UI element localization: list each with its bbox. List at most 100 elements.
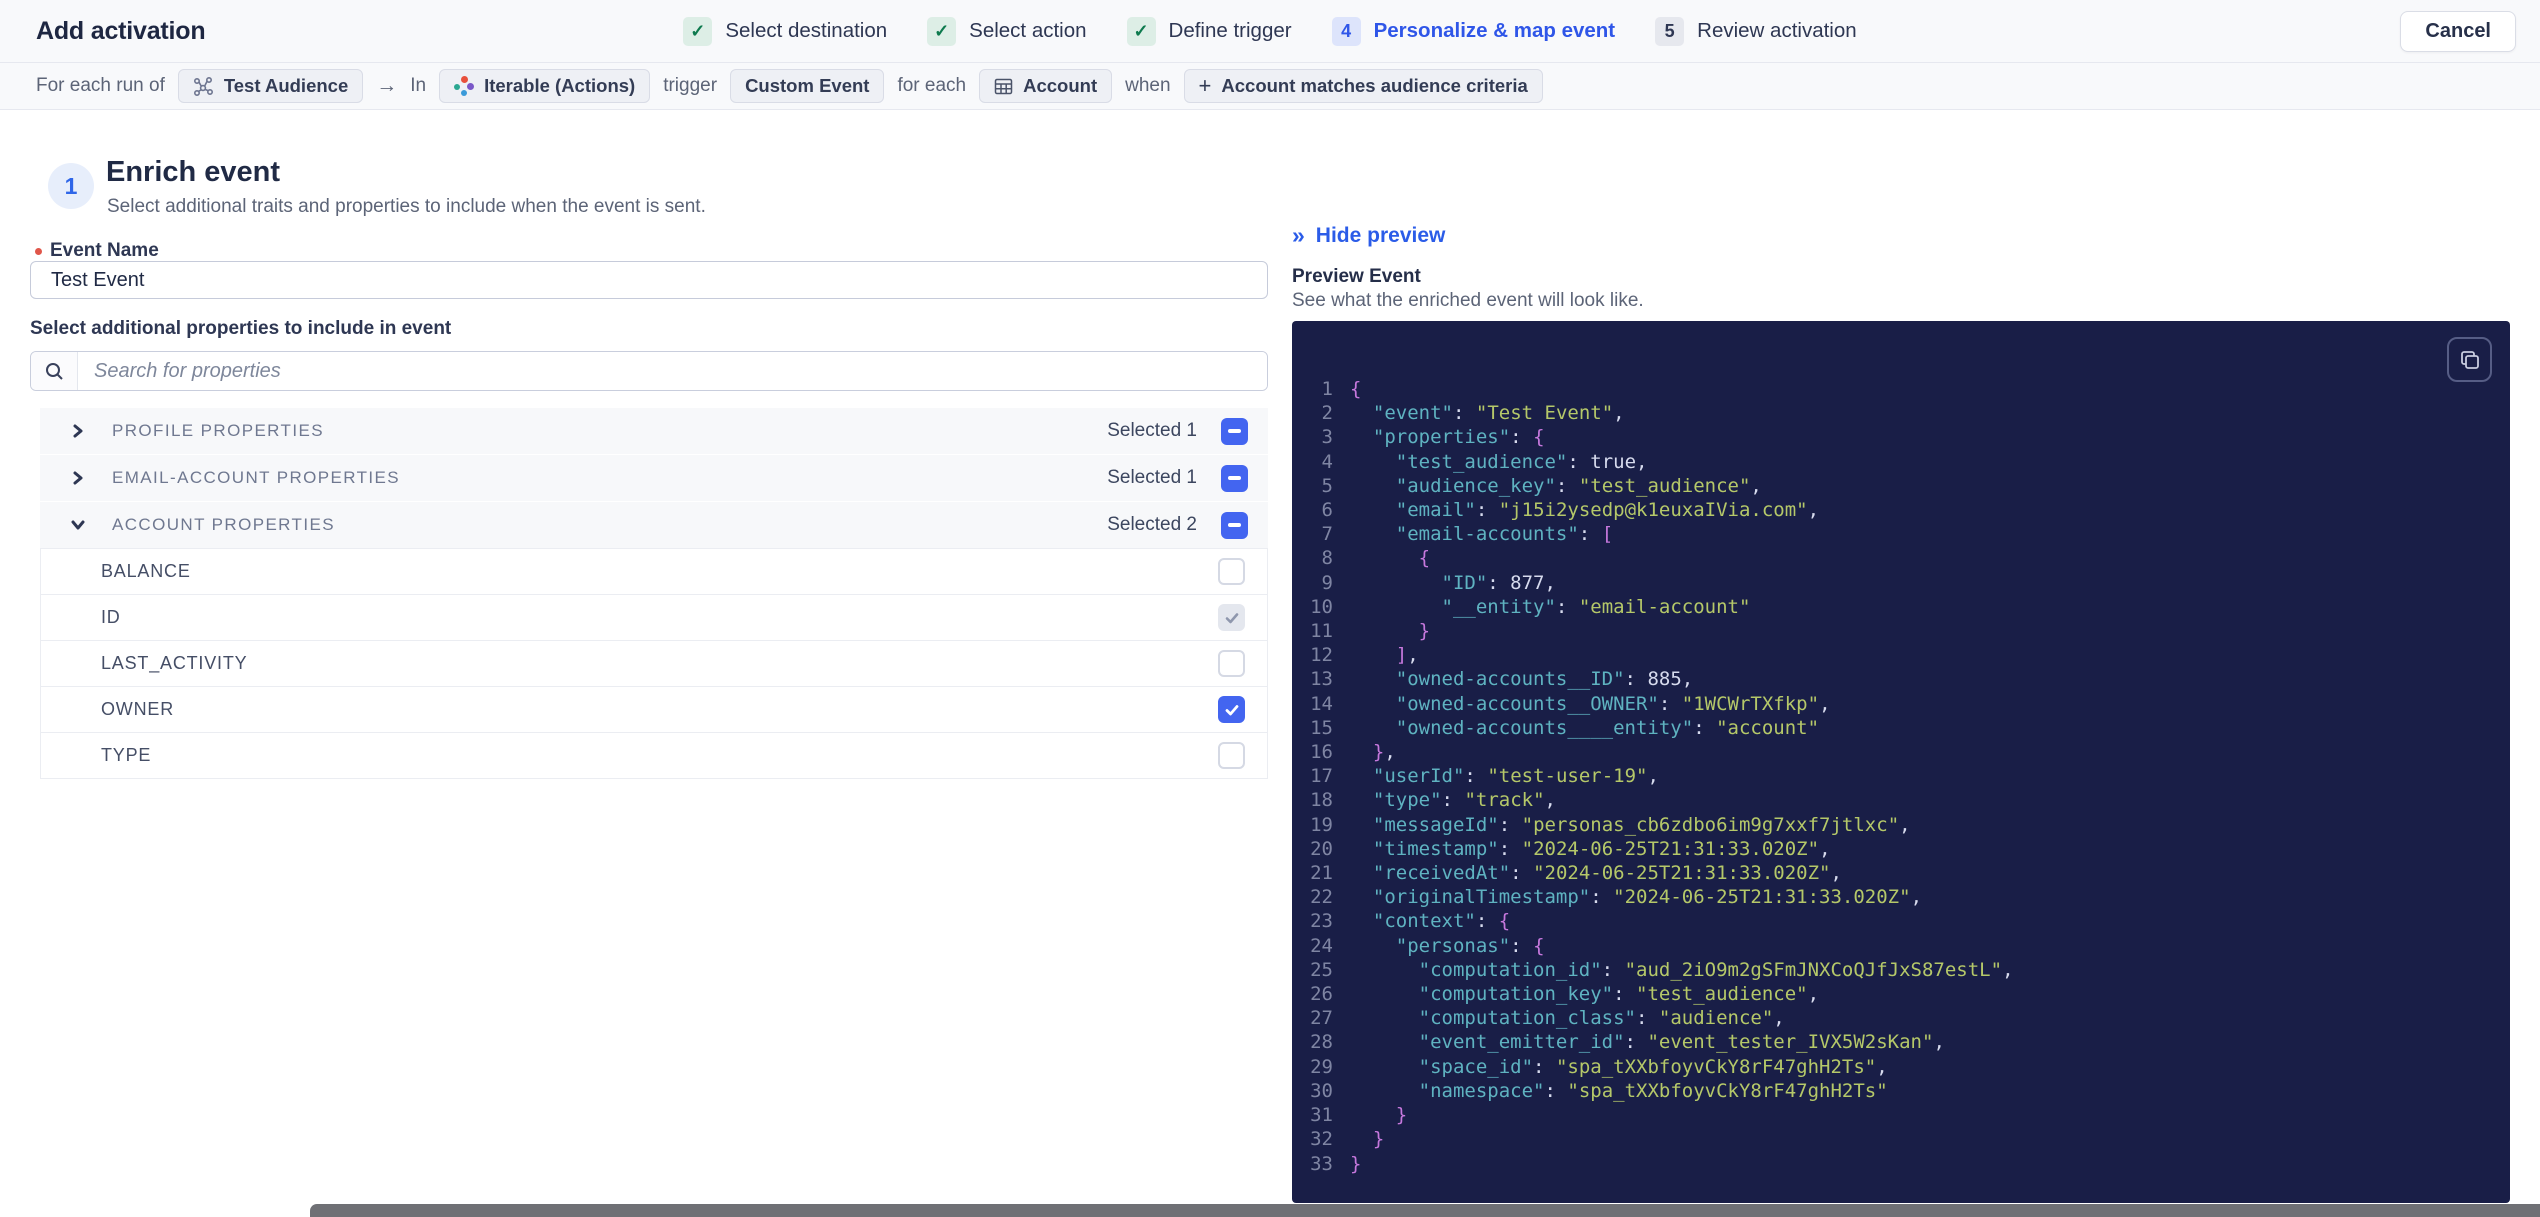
line-number: 19	[1310, 813, 1333, 836]
code-line: 25 "computation_id": "aud_2iO9m2gSFmJNXC…	[1292, 958, 2510, 982]
context-prefix: For each run of	[36, 75, 165, 96]
property-row-last-activity[interactable]: LAST_ACTIVITY	[40, 640, 1268, 687]
code-line: 29 "space_id": "spa_tXXbfoyvCkY8rF47ghH2…	[1292, 1055, 2510, 1079]
group-email-account-properties[interactable]: EMAIL-ACCOUNT PROPERTIES Selected 1	[40, 455, 1268, 501]
line-number: 9	[1321, 571, 1333, 594]
code-text: }	[1418, 620, 1431, 643]
code-line: 20 "timestamp": "2024-06-25T21:31:33.020…	[1292, 837, 2510, 861]
stepper: ✓ Select destination ✓ Select action ✓ D…	[683, 16, 1857, 46]
group-checkbox-indeterminate[interactable]	[1221, 464, 1248, 492]
check-icon: ✓	[683, 16, 713, 46]
code-text: "computation_class": "audience",	[1418, 1007, 1785, 1030]
step-define-trigger[interactable]: ✓ Define trigger	[1126, 16, 1292, 46]
code-text: "ID": 877,	[1441, 571, 1556, 594]
arrow-right-icon: →	[376, 74, 398, 97]
last-activity-checkbox[interactable]	[1218, 650, 1245, 677]
line-number: 20	[1310, 837, 1333, 860]
line-number: 29	[1310, 1055, 1333, 1078]
cancel-button[interactable]: Cancel	[2400, 11, 2516, 52]
step-label: Review activation	[1697, 19, 1857, 42]
code-text: "owned-accounts__ID": 885,	[1395, 668, 1694, 691]
code-lines: 1{2 "event": "Test Event", 3 "properties"…	[1292, 377, 2510, 1176]
line-number: 8	[1321, 547, 1333, 570]
criteria-chip-label: Account matches audience criteria	[1221, 75, 1528, 96]
code-line: 1{	[1292, 377, 2510, 401]
property-row-type[interactable]: TYPE	[40, 732, 1268, 779]
code-line: 33}	[1292, 1152, 2510, 1176]
code-line: 12 ],	[1292, 643, 2510, 667]
code-line: 23 "context": {	[1292, 909, 2510, 933]
step-select-destination[interactable]: ✓ Select destination	[683, 16, 887, 46]
copy-button[interactable]	[2447, 337, 2492, 382]
group-checkbox-indeterminate[interactable]	[1221, 511, 1248, 539]
id-checkbox[interactable]	[1218, 604, 1245, 631]
group-label: ACCOUNT PROPERTIES	[112, 515, 335, 534]
search-icon	[31, 352, 78, 390]
line-number: 10	[1310, 595, 1333, 618]
step-label: Select action	[969, 19, 1087, 42]
chevron-right-icon	[70, 471, 85, 486]
code-text: "event_emitter_id": "event_tester_IVX5W2…	[1418, 1031, 1945, 1054]
balance-checkbox[interactable]	[1218, 558, 1245, 585]
code-line: 31 }	[1292, 1103, 2510, 1127]
code-text: "originalTimestamp": "2024-06-25T21:31:3…	[1372, 886, 1923, 909]
trigger-chip[interactable]: Custom Event	[730, 69, 885, 103]
plus-icon: +	[1198, 73, 1212, 98]
group-checkbox-indeterminate[interactable]	[1221, 417, 1248, 445]
property-row-owner[interactable]: OWNER	[40, 686, 1268, 733]
group-label: EMAIL-ACCOUNT PROPERTIES	[112, 468, 401, 487]
context-bar: For each run of Test Audience → In Itera…	[0, 63, 2540, 110]
code-line: 7 "email-accounts": [	[1292, 522, 2510, 546]
line-number: 7	[1321, 523, 1333, 546]
property-label: OWNER	[101, 699, 174, 719]
owner-checkbox[interactable]	[1218, 696, 1245, 723]
step-review-activation[interactable]: 5 Review activation	[1655, 16, 1857, 46]
check-icon: ✓	[927, 16, 957, 46]
line-number: 3	[1321, 426, 1333, 449]
code-line: 21 "receivedAt": "2024-06-25T21:31:33.02…	[1292, 861, 2510, 885]
page-title: Add activation	[36, 16, 206, 45]
properties-accordion: PROFILE PROPERTIES Selected 1 EMAIL-ACCO…	[40, 408, 1268, 779]
enrich-subtitle: Select additional traits and properties …	[107, 196, 706, 217]
line-number: 6	[1321, 499, 1333, 522]
property-label: LAST_ACTIVITY	[101, 653, 248, 673]
property-row-id[interactable]: ID	[40, 594, 1268, 641]
audience-chip[interactable]: Test Audience	[177, 69, 364, 103]
step-select-action[interactable]: ✓ Select action	[927, 16, 1087, 46]
criteria-chip[interactable]: + Account matches audience criteria	[1183, 69, 1543, 103]
event-name-label: Event Name	[35, 240, 159, 262]
code-text: "personas": {	[1395, 934, 1545, 957]
search-input[interactable]	[78, 352, 1267, 390]
code-text: "__entity": "email-account"	[1441, 595, 1751, 618]
group-label: PROFILE PROPERTIES	[112, 421, 324, 440]
double-chevron-right-icon: »	[1292, 222, 1305, 248]
hide-preview-link[interactable]: » Hide preview	[1292, 222, 1445, 249]
code-text: }	[1395, 1104, 1408, 1127]
code-text: "context": {	[1372, 910, 1511, 933]
line-number: 30	[1310, 1079, 1333, 1102]
event-name-input[interactable]	[30, 261, 1268, 299]
entity-chip-label: Account	[1023, 75, 1098, 96]
code-text: "computation_id": "aud_2iO9m2gSFmJNXCoQJ…	[1418, 958, 2014, 981]
code-text: "owned-accounts____entity": "account"	[1395, 716, 1820, 739]
group-profile-properties[interactable]: PROFILE PROPERTIES Selected 1	[40, 408, 1268, 454]
destination-chip[interactable]: Iterable (Actions)	[439, 69, 651, 103]
group-account-properties[interactable]: ACCOUNT PROPERTIES Selected 2	[40, 502, 1268, 548]
code-line: 10 "__entity": "email-account"	[1292, 595, 2510, 619]
selected-count: Selected 1	[1107, 420, 1197, 441]
code-text: "properties": {	[1372, 426, 1545, 449]
code-line: 18 "type": "track",	[1292, 788, 2510, 812]
property-row-balance[interactable]: BALANCE	[40, 548, 1268, 595]
line-number: 18	[1310, 789, 1333, 812]
code-line: 13 "owned-accounts__ID": 885,	[1292, 667, 2510, 691]
required-marker	[35, 247, 42, 255]
step-personalize-map-event[interactable]: 4 Personalize & map event	[1331, 16, 1615, 46]
line-number: 31	[1310, 1104, 1333, 1127]
type-checkbox[interactable]	[1218, 742, 1245, 769]
line-number: 21	[1310, 862, 1333, 885]
preview-subtitle: See what the enriched event will look li…	[1292, 290, 1644, 311]
audience-chip-label: Test Audience	[223, 75, 349, 96]
audience-network-icon	[193, 76, 214, 97]
line-number: 5	[1321, 474, 1333, 497]
entity-chip[interactable]: Account	[979, 69, 1113, 103]
